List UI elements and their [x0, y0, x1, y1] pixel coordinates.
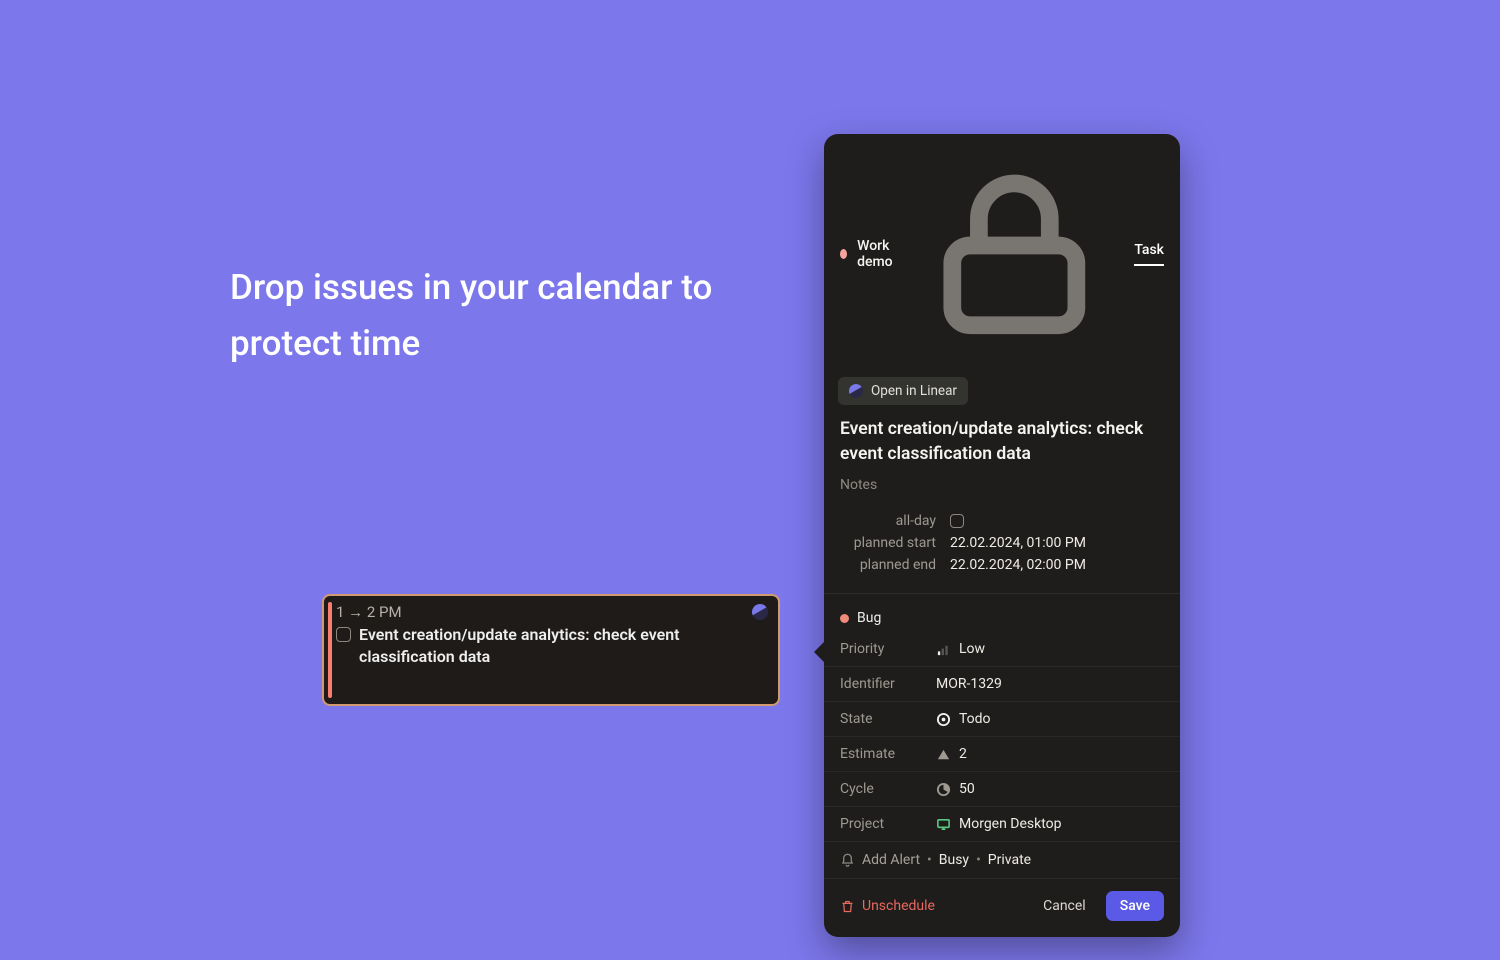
- event-title: Event creation/update analytics: check e…: [359, 624, 748, 667]
- event-time-range: 1 → 2 PM: [336, 603, 402, 621]
- project-value: Morgen Desktop: [959, 816, 1062, 832]
- priority-row[interactable]: Priority Low: [824, 632, 1180, 666]
- planned-end-label: planned end: [840, 557, 936, 573]
- cycle-row[interactable]: Cycle 50: [824, 771, 1180, 806]
- open-in-linear-label: Open in Linear: [871, 383, 957, 399]
- panel-pointer: [814, 642, 824, 662]
- busy-label: Busy: [939, 852, 969, 868]
- label-name: Bug: [857, 610, 881, 626]
- bell-icon: [840, 853, 855, 868]
- lock-icon: [908, 148, 1121, 361]
- estimate-label: Estimate: [840, 746, 936, 762]
- unschedule-button[interactable]: Unschedule: [840, 898, 935, 914]
- marketing-headline: Drop issues in your calendar to protect …: [230, 260, 730, 372]
- open-in-linear-button[interactable]: Open in Linear: [838, 377, 968, 405]
- notes-field[interactable]: Notes: [824, 467, 1180, 501]
- linear-icon: [847, 382, 864, 399]
- calendar-event-card[interactable]: 1 → 2 PM Event creation/update analytics…: [322, 594, 780, 706]
- estimate-row[interactable]: Estimate 2: [824, 736, 1180, 771]
- priority-label: Priority: [840, 641, 936, 657]
- cancel-button[interactable]: Cancel: [1033, 892, 1096, 920]
- project-monitor-icon: [936, 817, 951, 832]
- linear-icon: [750, 602, 770, 622]
- project-row[interactable]: Project Morgen Desktop: [824, 806, 1180, 841]
- planned-start-value[interactable]: 22.02.2024, 01:00 PM: [950, 535, 1086, 551]
- priority-bars-icon: [936, 642, 951, 657]
- unschedule-label: Unschedule: [862, 898, 935, 914]
- privacy-label: Private: [988, 852, 1031, 868]
- identifier-value: MOR-1329: [936, 676, 1002, 692]
- trash-icon: [840, 899, 855, 914]
- state-todo-icon: [936, 712, 951, 727]
- event-complete-checkbox[interactable]: [336, 627, 351, 642]
- bug-color-dot: [840, 614, 849, 623]
- task-title[interactable]: Event creation/update analytics: check e…: [824, 417, 1180, 468]
- save-button[interactable]: Save: [1106, 891, 1164, 921]
- tab-task[interactable]: Task: [1134, 242, 1164, 266]
- state-row[interactable]: State Todo: [824, 701, 1180, 736]
- priority-value: Low: [959, 641, 985, 657]
- account-name: Work demo: [857, 238, 908, 270]
- state-value: Todo: [959, 711, 991, 727]
- planned-end-value[interactable]: 22.02.2024, 02:00 PM: [950, 557, 1086, 573]
- estimate-value: 2: [959, 746, 967, 762]
- task-detail-panel: Work demo Task Open in Linear Event crea…: [824, 134, 1180, 937]
- identifier-label: Identifier: [840, 676, 936, 692]
- state-label: State: [840, 711, 936, 727]
- label-tag[interactable]: Bug: [824, 598, 1180, 632]
- alert-settings-row[interactable]: Add Alert • Busy • Private: [824, 841, 1180, 879]
- all-day-label: all-day: [840, 513, 936, 529]
- add-alert-label: Add Alert: [862, 852, 920, 868]
- all-day-checkbox[interactable]: [950, 514, 964, 528]
- identifier-row[interactable]: Identifier MOR-1329: [824, 666, 1180, 701]
- cycle-value: 50: [959, 781, 975, 797]
- planned-start-label: planned start: [840, 535, 936, 551]
- cycle-label: Cycle: [840, 781, 936, 797]
- account-color-dot: [840, 249, 847, 259]
- event-color-stripe: [328, 602, 332, 698]
- estimate-triangle-icon: [936, 747, 951, 762]
- project-label: Project: [840, 816, 936, 832]
- cycle-progress-icon: [936, 782, 951, 797]
